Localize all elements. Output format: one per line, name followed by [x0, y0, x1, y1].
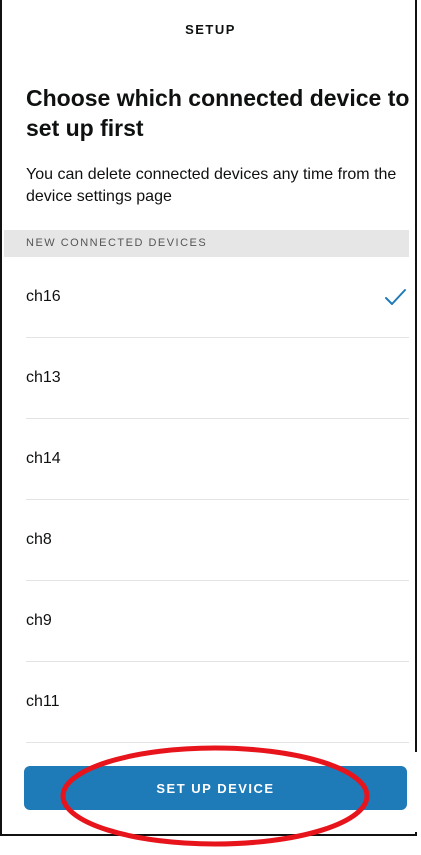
device-item-ch9[interactable]: ch9 — [26, 581, 409, 662]
device-item-ch13[interactable]: ch13 — [26, 338, 409, 419]
device-label: ch8 — [26, 531, 52, 548]
checkmark-icon — [385, 289, 406, 305]
device-item-ch8[interactable]: ch8 — [26, 500, 409, 581]
page-title: Choose which connected device to set up … — [26, 85, 410, 141]
device-label: ch14 — [26, 450, 61, 467]
device-item-ch11[interactable]: ch11 — [26, 662, 409, 743]
device-label: ch9 — [26, 612, 52, 629]
device-label: ch13 — [26, 369, 61, 386]
device-list: ch16 ch13 ch14 ch8 ch9 ch11 — [26, 257, 409, 743]
page-subtitle: You can delete connected devices any tim… — [26, 166, 397, 205]
section-header-new-devices: NEW CONNECTED DEVICES — [4, 230, 409, 257]
app-screen: SETUP Choose which connected device to s… — [0, 0, 417, 836]
device-item-ch16[interactable]: ch16 — [26, 257, 409, 338]
device-label: ch16 — [26, 288, 61, 305]
page-header: SETUP — [185, 22, 236, 37]
set-up-device-button[interactable]: SET UP DEVICE — [24, 766, 407, 810]
device-item-ch14[interactable]: ch14 — [26, 419, 409, 500]
device-label: ch11 — [26, 693, 60, 710]
